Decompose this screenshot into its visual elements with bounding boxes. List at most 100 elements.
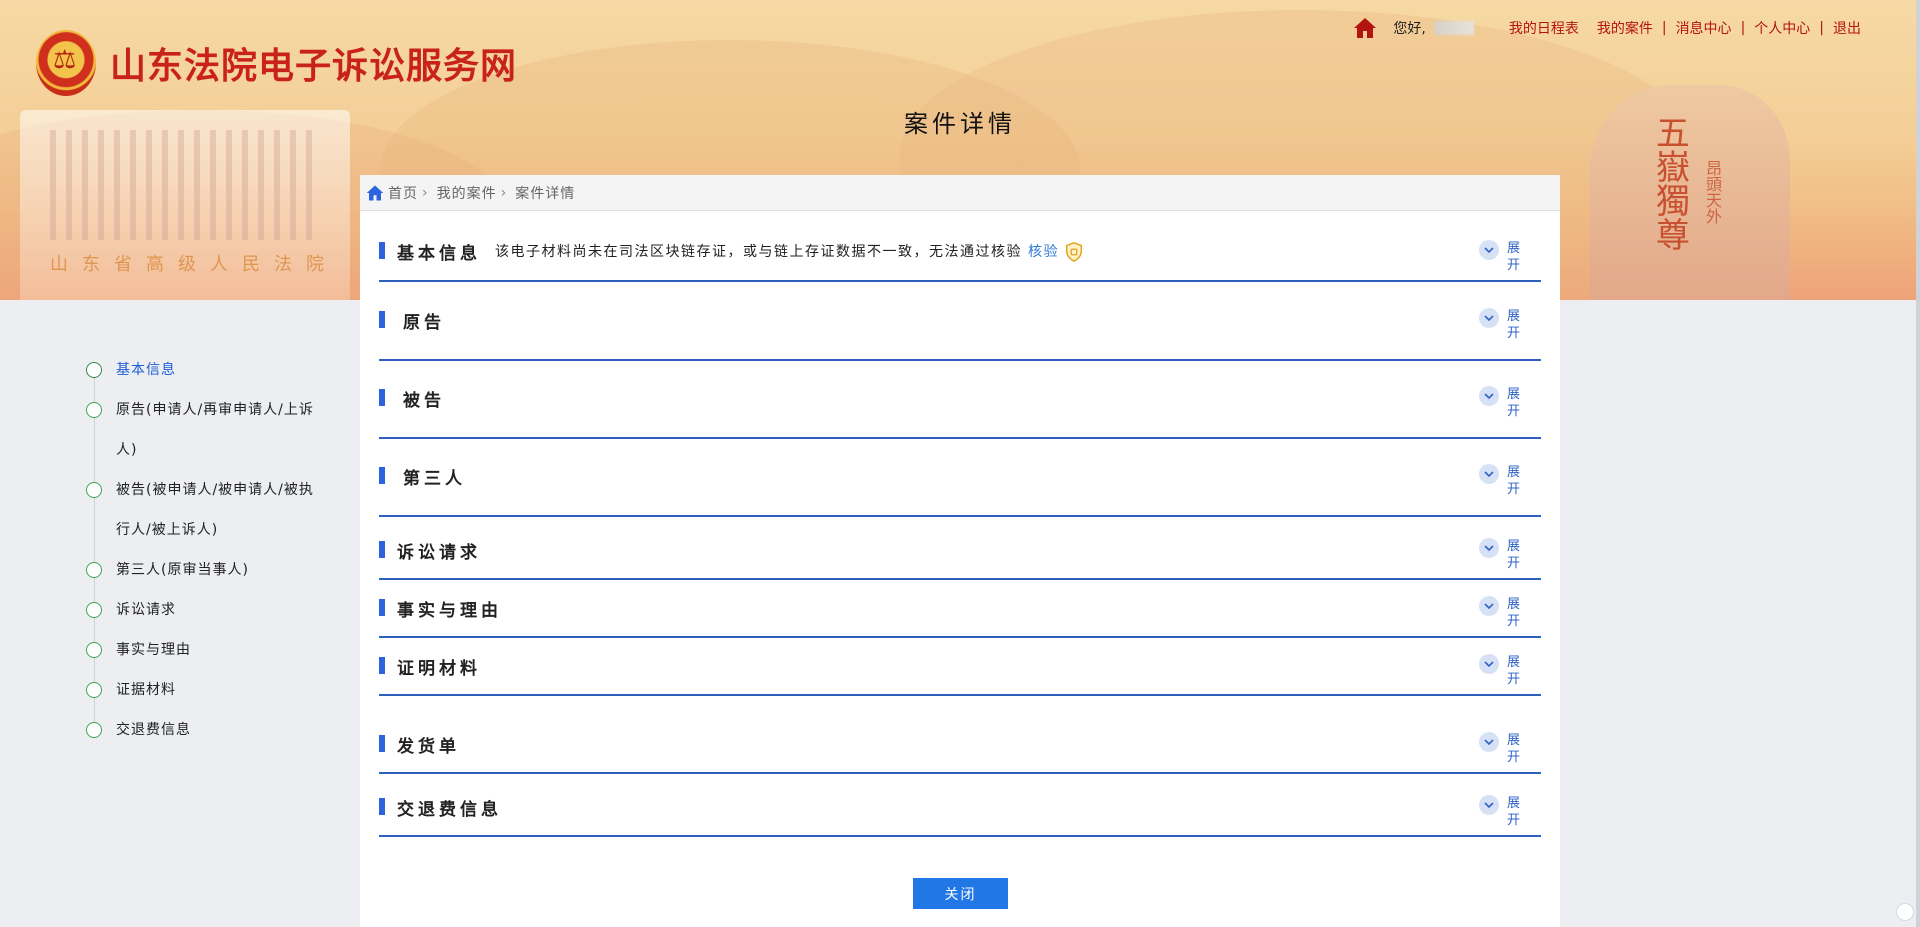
section-marker xyxy=(379,467,385,484)
expand-toggle[interactable]: 展开 xyxy=(1479,795,1521,829)
chevron-down-icon xyxy=(1479,596,1499,616)
circle-icon xyxy=(86,402,102,418)
section-facts: 事实与理由 展开 xyxy=(379,580,1541,638)
expand-label: 展开 xyxy=(1507,796,1521,828)
section-title: 事实与理由 xyxy=(397,601,502,621)
section-marker xyxy=(379,735,385,752)
nav-link-my-cases[interactable]: 我的案件 xyxy=(1588,18,1662,38)
greeting-text: 您好, xyxy=(1393,21,1426,37)
section-nav-item-plaintiff[interactable]: 原告(申请人/再审申请人/上诉 人) xyxy=(86,390,346,470)
circle-icon xyxy=(86,482,102,498)
section-proof-materials: 证明材料 展开 xyxy=(379,638,1541,696)
expand-toggle[interactable]: 展开 xyxy=(1479,464,1521,498)
nav-link-schedule[interactable]: 我的日程表 xyxy=(1500,18,1588,38)
chevron-down-icon xyxy=(1479,538,1499,558)
section-marker xyxy=(379,541,385,558)
blockchain-notice-text: 该电子材料尚未在司法区块链存证，或与链上存证数据不一致，无法通过核验 xyxy=(495,244,1022,260)
shield-icon xyxy=(1063,241,1085,263)
expand-label: 展开 xyxy=(1507,733,1521,765)
site-title: 山东法院电子诉讼服务网 xyxy=(110,46,518,87)
expand-label: 展开 xyxy=(1507,387,1521,419)
section-defendant: 被告 展开 xyxy=(379,361,1541,439)
expand-toggle[interactable]: 展开 xyxy=(1479,386,1521,420)
section-basic-info: 基本信息 该电子材料尚未在司法区块链存证，或与链上存证数据不一致，无法通过核验 … xyxy=(379,225,1541,282)
section-nav-item-evidence[interactable]: 证据材料 xyxy=(86,670,346,710)
section-marker xyxy=(379,798,385,815)
section-marker xyxy=(379,657,385,674)
section-marker xyxy=(379,242,385,259)
section-title: 基本信息 xyxy=(397,244,481,264)
circle-icon xyxy=(86,682,102,698)
chevron-down-icon xyxy=(1479,732,1499,752)
verify-link[interactable]: 核验 xyxy=(1028,244,1059,260)
section-title: 第三人 xyxy=(403,469,466,489)
home-icon[interactable] xyxy=(1353,16,1377,40)
expand-toggle[interactable]: 展开 xyxy=(1479,538,1521,572)
section-nav-item-claims[interactable]: 诉讼请求 xyxy=(86,590,346,630)
section-marker xyxy=(379,389,385,406)
building-sign: 山东省高级人民法院 xyxy=(50,254,338,275)
section-fees: 交退费信息 展开 xyxy=(379,774,1541,837)
circle-icon xyxy=(86,722,102,738)
section-title: 交退费信息 xyxy=(397,800,502,820)
expand-label: 展开 xyxy=(1507,539,1521,571)
section-title: 诉讼请求 xyxy=(397,543,481,563)
blockchain-notice: 该电子材料尚未在司法区块链存证，或与链上存证数据不一致，无法通过核验 核验 xyxy=(495,241,1085,263)
chevron-down-icon xyxy=(1479,240,1499,260)
circle-icon xyxy=(86,362,102,378)
section-title: 原告 xyxy=(403,313,445,333)
chevron-down-icon xyxy=(1479,386,1499,406)
section-marker xyxy=(379,599,385,616)
chevron-right-icon: › xyxy=(422,184,429,201)
section-nav-item-facts[interactable]: 事实与理由 xyxy=(86,630,346,670)
section-plaintiff: 原告 展开 xyxy=(379,282,1541,361)
court-emblem-icon xyxy=(36,30,96,96)
expand-toggle[interactable]: 展开 xyxy=(1479,654,1521,688)
chevron-right-icon: › xyxy=(500,184,508,201)
expand-label: 展开 xyxy=(1507,597,1521,629)
section-nav-item-fees[interactable]: 交退费信息 xyxy=(86,710,346,750)
expand-toggle[interactable]: 展开 xyxy=(1479,732,1521,766)
expand-toggle[interactable]: 展开 xyxy=(1479,308,1521,342)
section-third-party: 第三人 展开 xyxy=(379,439,1541,517)
section-nav-item-defendant[interactable]: 被告(被申请人/被申请人/被执 行人/被上诉人) xyxy=(86,470,346,550)
expand-label: 展开 xyxy=(1507,465,1521,497)
close-button[interactable]: 关闭 xyxy=(913,878,1008,909)
breadcrumb: 首页 › 我的案件 › 案件详情 xyxy=(360,175,1560,211)
home-icon[interactable] xyxy=(366,184,384,202)
top-nav: 您好, 我的日程表 我的案件 | 消息中心 | 个人中心 | 退出 xyxy=(1353,16,1870,40)
section-title: 证明材料 xyxy=(397,659,481,679)
nav-link-logout[interactable]: 退出 xyxy=(1824,18,1870,38)
section-title: 发货单 xyxy=(397,737,460,757)
rock-inscription-small: 昂頭天外 xyxy=(1703,160,1722,224)
section-nav-item-basic-info[interactable]: 基本信息 xyxy=(86,350,346,390)
building-windows xyxy=(50,130,320,240)
site-logo[interactable]: 山东法院电子诉讼服务网 xyxy=(36,30,517,96)
expand-toggle[interactable]: 展开 xyxy=(1479,240,1521,274)
username-redacted xyxy=(1433,21,1474,35)
expand-toggle[interactable]: 展开 xyxy=(1479,596,1521,630)
circle-icon xyxy=(86,562,102,578)
breadcrumb-my-cases[interactable]: 我的案件 xyxy=(437,183,497,203)
case-detail-panel: 首页 › 我的案件 › 案件详情 基本信息 该电子材料尚未在司法区块链存证，或与… xyxy=(360,175,1560,927)
security-shield-icon xyxy=(1896,903,1914,921)
expand-label: 展开 xyxy=(1507,655,1521,687)
nav-link-messages[interactable]: 消息中心 xyxy=(1667,18,1741,38)
chevron-down-icon xyxy=(1479,464,1499,484)
page-title: 案件详情 xyxy=(904,110,1016,138)
section-nav: 基本信息 原告(申请人/再审申请人/上诉 人) 被告(被申请人/被申请人/被执 … xyxy=(86,350,346,750)
chevron-down-icon xyxy=(1479,795,1499,815)
breadcrumb-case-detail: 案件详情 xyxy=(515,185,576,202)
section-claims: 诉讼请求 展开 xyxy=(379,517,1541,580)
circle-icon xyxy=(86,642,102,658)
section-marker xyxy=(379,311,385,328)
page-scrollbar[interactable] xyxy=(1916,0,1920,927)
nav-link-profile[interactable]: 个人中心 xyxy=(1745,18,1819,38)
section-nav-item-third-party[interactable]: 第三人(原审当事人) xyxy=(86,550,346,590)
expand-label: 展开 xyxy=(1507,241,1521,273)
section-delivery-note: 发货单 展开 xyxy=(379,696,1541,774)
chevron-down-icon xyxy=(1479,308,1499,328)
expand-label: 展开 xyxy=(1507,309,1521,341)
chevron-down-icon xyxy=(1479,654,1499,674)
breadcrumb-home[interactable]: 首页 xyxy=(388,183,418,203)
